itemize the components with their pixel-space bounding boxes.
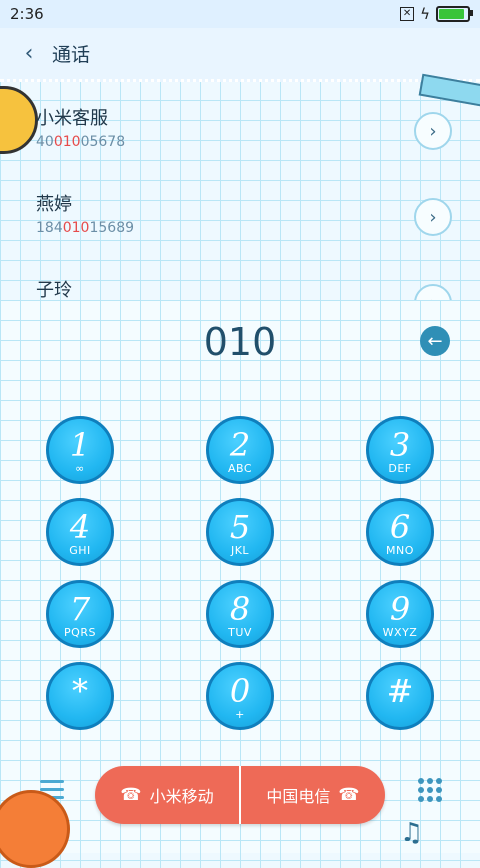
- dialer-panel: 010 ← 1 ∞ 2 ABC 3 DEF 4 GHI 5 JKL 6 MNO 7 PQRS …: [0, 300, 480, 853]
- key-digit: 2: [229, 426, 251, 464]
- key-digit: 6: [389, 508, 411, 546]
- backspace-icon[interactable]: ←: [420, 326, 450, 356]
- dialed-number: 010: [203, 320, 277, 364]
- key-digit: 4: [69, 508, 91, 546]
- contact-number-suffix: 15689: [89, 220, 135, 236]
- basketball-sticker: [0, 790, 70, 868]
- key-1[interactable]: 1 ∞: [46, 416, 114, 484]
- app-bar: ‹ 通话: [0, 28, 480, 82]
- key-2[interactable]: 2 ABC: [206, 416, 274, 484]
- contact-item[interactable]: 小米客服 4001005678 ›: [0, 84, 480, 170]
- key-digit: 3: [389, 426, 411, 464]
- key-digit: 0: [229, 672, 251, 710]
- key-star[interactable]: *: [46, 662, 114, 730]
- back-icon[interactable]: ‹: [16, 41, 42, 66]
- key-digit: 7: [69, 590, 91, 628]
- phone-sim2-icon: ☎: [338, 785, 360, 805]
- keypad-icon[interactable]: [418, 778, 442, 802]
- call-sim1-button[interactable]: ☎ 小米移动: [95, 766, 239, 824]
- key-digit: 8: [229, 590, 251, 628]
- battery-icon: [436, 6, 473, 22]
- contact-number-match: 010: [53, 134, 81, 150]
- key-digit: *: [72, 672, 88, 710]
- key-8[interactable]: 8 TUV: [206, 580, 274, 648]
- key-6[interactable]: 6 MNO: [366, 498, 434, 566]
- key-letters: TUV: [228, 626, 252, 639]
- key-letters: DEF: [388, 462, 412, 475]
- key-digit: 9: [389, 590, 411, 628]
- key-letters: WXYZ: [382, 626, 418, 639]
- key-letters: PQRS: [64, 626, 96, 639]
- contact-name: 燕婷: [36, 194, 72, 215]
- status-time: 2:36: [10, 5, 44, 23]
- call-sim2-button[interactable]: 中国电信 ☎: [239, 766, 385, 824]
- contact-detail-button[interactable]: ›: [414, 198, 452, 236]
- key-digit: 1: [69, 426, 91, 464]
- sim1-label: 小米移动: [149, 787, 214, 806]
- key-5[interactable]: 5 JKL: [206, 498, 274, 566]
- contact-name: 子玲: [36, 280, 72, 300]
- chevron-right-icon: ›: [429, 120, 437, 142]
- charging-icon: ϟ: [420, 5, 430, 23]
- contact-number-prefix: 184: [36, 220, 63, 236]
- key-9[interactable]: 9 WXYZ: [366, 580, 434, 648]
- key-letters: MNO: [386, 544, 414, 557]
- contact-number-match: 010: [62, 220, 90, 236]
- contact-item[interactable]: 燕婷 18401015689 ›: [0, 170, 480, 256]
- contact-number-prefix: 40: [36, 134, 54, 150]
- key-7[interactable]: 7 PQRS: [46, 580, 114, 648]
- contact-number-suffix: 05678: [80, 134, 126, 150]
- key-letters: ABC: [227, 462, 253, 475]
- key-digit: 5: [229, 508, 251, 546]
- phone-sim1-icon: ☎: [120, 785, 142, 805]
- status-icons: ✕ ϟ: [400, 5, 473, 23]
- chevron-right-icon: ›: [429, 206, 437, 228]
- contact-item[interactable]: 子玲 ›: [0, 256, 480, 300]
- chevron-right-icon: ›: [429, 293, 436, 301]
- call-bar: ☎ 小米移动 中国电信 ☎: [95, 766, 385, 824]
- contact-list: 小米客服 4001005678 › 燕婷 18401015689 › 子玲 ›: [0, 84, 480, 300]
- number-sticker: ♫: [400, 818, 424, 848]
- key-hash[interactable]: #: [366, 662, 434, 730]
- page-title: 通话: [52, 44, 91, 66]
- voicemail-icon: ∞: [75, 462, 85, 475]
- key-4[interactable]: 4 GHI: [46, 498, 114, 566]
- key-letters: GHI: [69, 544, 91, 557]
- contact-detail-button[interactable]: ›: [414, 112, 452, 150]
- key-0[interactable]: 0 +: [206, 662, 274, 730]
- key-letters: +: [235, 708, 245, 721]
- contact-number: 18401015689: [36, 220, 444, 236]
- contact-name: 小米客服: [36, 108, 108, 129]
- status-bar: 2:36 ✕ ϟ: [0, 0, 480, 28]
- key-3[interactable]: 3 DEF: [366, 416, 434, 484]
- key-digit: #: [386, 672, 414, 710]
- sim2-label: 中国电信: [266, 787, 331, 806]
- no-sim-icon: ✕: [400, 7, 415, 21]
- key-letters: JKL: [230, 544, 250, 557]
- contact-number: 4001005678: [36, 134, 444, 150]
